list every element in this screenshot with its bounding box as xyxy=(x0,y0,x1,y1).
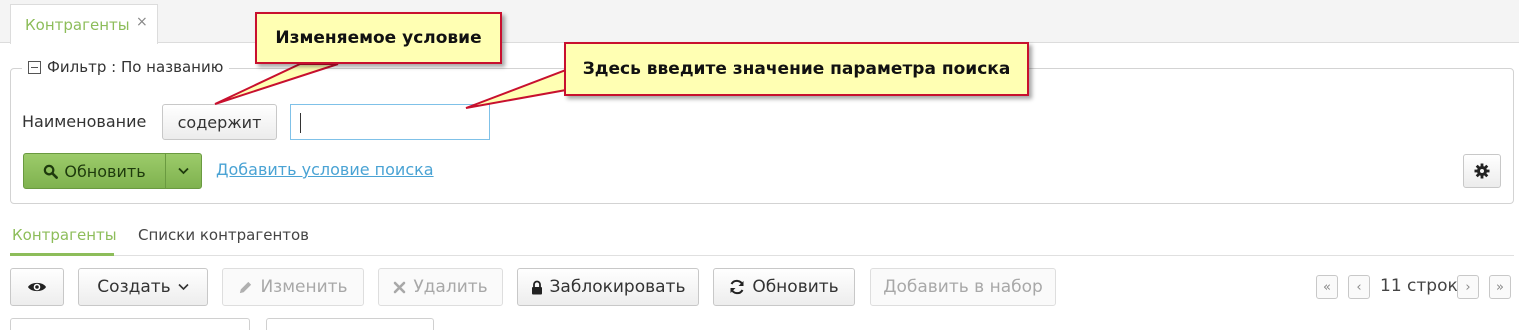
callout-search-value: Здесь введите значение параметра поиска xyxy=(564,42,1029,96)
callout-search-text: Здесь введите значение параметра поиска xyxy=(582,59,1011,79)
callout-condition: Изменяемое условие xyxy=(255,12,502,64)
callout-pointer-search xyxy=(465,68,567,109)
callout-pointer-condition xyxy=(214,63,339,105)
callout-condition-text: Изменяемое условие xyxy=(275,28,482,48)
